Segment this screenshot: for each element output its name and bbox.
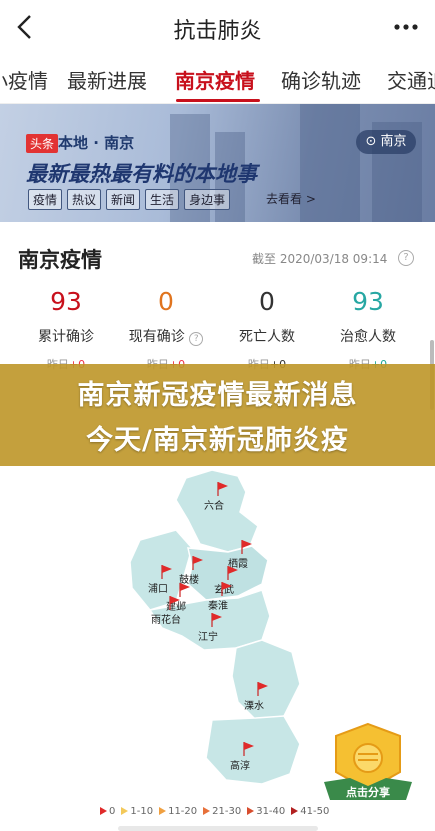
tab-confirmed-tracks[interactable]: 确诊轨迹 bbox=[281, 65, 361, 94]
share-label: 点击分享 bbox=[346, 785, 390, 799]
home-indicator bbox=[118, 826, 318, 831]
district-label: 高淳 bbox=[230, 759, 250, 772]
legend-flag-icon bbox=[100, 807, 107, 815]
legend-flag-icon bbox=[121, 807, 129, 815]
map-legend: 0 1-10 11-20 21-30 31-40 41-50 bbox=[100, 806, 335, 817]
banner-go-see-link[interactable]: 去看看 > bbox=[266, 190, 316, 207]
district-label: 溧水 bbox=[244, 699, 264, 712]
stat-current-confirmed: 0 现有确诊 ? 昨日+0 bbox=[116, 287, 216, 372]
fist-icon bbox=[353, 743, 383, 773]
legend-item: 31-40 bbox=[247, 806, 285, 817]
district-label: 六合 bbox=[204, 499, 224, 512]
stat-label-text: 现有确诊 bbox=[128, 329, 185, 345]
more-options-icon[interactable] bbox=[391, 14, 421, 40]
legend-label: 11-20 bbox=[168, 806, 198, 817]
district-label: 秦淮 bbox=[208, 599, 228, 612]
tab-xiao-yiqing[interactable]: 小疫情 bbox=[0, 65, 48, 94]
legend-label: 41-50 bbox=[300, 806, 330, 817]
toutiao-badge: 头条 bbox=[26, 134, 59, 153]
stat-total-confirmed: 93 累计确诊 昨日+0 bbox=[16, 287, 116, 372]
stat-label: 现有确诊 ? bbox=[116, 326, 216, 346]
tab-traffic[interactable]: 交通追 bbox=[387, 65, 435, 94]
chip-hot-topics[interactable]: 热议 bbox=[67, 189, 102, 210]
banner-location-tag: 本地 · 南京 bbox=[58, 134, 135, 152]
page-title: 抗击肺炎 bbox=[173, 19, 262, 44]
stat-value: 93 bbox=[352, 287, 384, 316]
overlay-headline-line2: 今天/南京新冠肺炎疫 bbox=[86, 425, 349, 456]
stat-deaths: 0 死亡人数 昨日+0 bbox=[217, 287, 317, 372]
legend-item: 0 bbox=[100, 806, 115, 817]
legend-item: 41-50 bbox=[291, 806, 329, 817]
tab-bar: 小疫情 最新进展 南京疫情 确诊轨迹 交通追 bbox=[0, 55, 435, 104]
district-label: 浦口 bbox=[148, 582, 168, 595]
district-label: 雨花台 bbox=[151, 613, 181, 626]
chip-epidemic[interactable]: 疫情 bbox=[28, 189, 63, 210]
legend-item: 21-30 bbox=[203, 806, 241, 817]
legend-flag-icon bbox=[203, 807, 211, 815]
district-label: 江宁 bbox=[198, 630, 218, 643]
chip-life[interactable]: 生活 bbox=[145, 189, 180, 210]
help-icon[interactable]: ? bbox=[398, 250, 414, 266]
top-bar: 抗击肺炎 bbox=[0, 0, 435, 55]
district-label: 建邺 bbox=[166, 600, 186, 613]
active-tab-indicator bbox=[176, 99, 260, 102]
legend-flag-icon bbox=[291, 807, 299, 815]
banner-city-label: 南京 bbox=[380, 134, 407, 149]
stat-value: 93 bbox=[50, 287, 82, 316]
chip-news[interactable]: 新闻 bbox=[106, 189, 141, 210]
section-title: 南京疫情 bbox=[18, 248, 102, 272]
legend-item: 11-20 bbox=[159, 806, 197, 817]
banner-chips: 疫情 热议 新闻 生活 身边事 bbox=[28, 189, 235, 210]
stat-label: 累计确诊 bbox=[38, 329, 94, 345]
map-region bbox=[205, 715, 301, 785]
legend-label: 31-40 bbox=[256, 806, 286, 817]
legend-label: 0 bbox=[109, 806, 116, 817]
map-region bbox=[129, 529, 193, 611]
legend-flag-icon bbox=[159, 807, 167, 815]
chip-nearby[interactable]: 身边事 bbox=[184, 189, 231, 210]
tab-nanjing-outbreak[interactable]: 南京疫情 bbox=[175, 65, 255, 94]
stat-label: 死亡人数 bbox=[239, 329, 295, 345]
legend-flag-icon bbox=[247, 807, 255, 815]
banner-headline: 最新最热最有料的本地事 bbox=[26, 162, 257, 186]
overlay-headline-line1: 南京新冠疫情最新消息 bbox=[77, 380, 358, 411]
legend-label: 1-10 bbox=[130, 806, 154, 817]
stat-value: 0 bbox=[259, 287, 275, 316]
banner-city-pill[interactable]: ⊙ 南京 bbox=[356, 130, 416, 154]
map-region bbox=[231, 639, 301, 721]
legend-item: 1-10 bbox=[121, 806, 153, 817]
stat-recovered: 93 治愈人数 昨日+0 bbox=[318, 287, 418, 372]
legend-label: 21-30 bbox=[212, 806, 242, 817]
update-timestamp: 截至 2020/03/18 09:14 bbox=[252, 252, 388, 266]
share-button[interactable]: 点击分享 bbox=[320, 720, 416, 806]
stat-value: 0 bbox=[158, 287, 174, 316]
tab-latest-progress[interactable]: 最新进展 bbox=[67, 65, 147, 94]
info-icon[interactable]: ? bbox=[189, 332, 204, 346]
stat-label: 治愈人数 bbox=[340, 329, 396, 345]
location-pin-icon: ⊙ bbox=[365, 134, 381, 149]
